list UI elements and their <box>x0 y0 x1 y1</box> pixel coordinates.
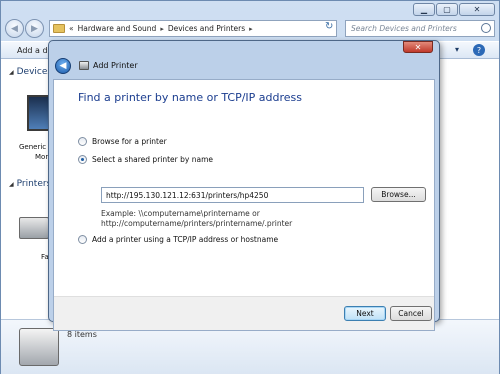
example-text: Example: \\computername\printername or h… <box>101 209 292 229</box>
breadcrumb-chevron-icon[interactable]: ▸ <box>249 25 253 33</box>
dialog-title: Add Printer <box>93 61 138 70</box>
cancel-button[interactable]: Cancel <box>390 306 432 321</box>
navigation-row: ◀ ▶ « Hardware and Sound ▸ Devices and P… <box>1 18 499 40</box>
dialog-close-button[interactable]: ✕ <box>403 41 433 53</box>
window-controls: ▁ ▢ ✕ <box>413 3 495 16</box>
dialog-footer: Next Cancel <box>54 296 434 330</box>
option-browse[interactable]: Browse for a printer <box>78 137 167 146</box>
add-printer-dialog: ✕ ◀ Add Printer Find a printer by name o… <box>48 40 440 331</box>
collapse-arrow-icon: ◢ <box>9 181 14 188</box>
printer-icon <box>79 61 89 70</box>
option-label: Browse for a printer <box>92 137 167 146</box>
page-title: Find a printer by name or TCP/IP address <box>78 91 303 104</box>
help-icon[interactable]: ? <box>473 44 485 56</box>
minimize-button[interactable]: ▁ <box>413 3 435 16</box>
breadcrumb-chevron-icon[interactable]: ▸ <box>160 25 164 33</box>
dialog-body: Find a printer by name or TCP/IP address… <box>53 79 435 331</box>
browse-button[interactable]: Browse... <box>371 187 426 202</box>
option-label: Add a printer using a TCP/IP address or … <box>92 235 279 244</box>
search-input[interactable]: Search Devices and Printers <box>345 20 495 37</box>
back-nav-button[interactable]: ◀ <box>5 19 24 38</box>
radio-tcpip[interactable] <box>78 235 87 244</box>
option-tcpip[interactable]: Add a printer using a TCP/IP address or … <box>78 235 278 244</box>
breadcrumb-devices-and-printers[interactable]: Devices and Printers <box>168 24 245 33</box>
address-bar[interactable]: « Hardware and Sound ▸ Devices and Print… <box>49 20 337 37</box>
group-header-printers[interactable]: ◢ Printers <box>9 179 51 189</box>
printer-camera-icon <box>19 328 59 366</box>
next-button[interactable]: Next <box>344 306 386 321</box>
close-button[interactable]: ✕ <box>459 3 495 16</box>
example-line: Example: \\computername\printername or <box>101 209 260 218</box>
control-panel-icon <box>53 24 65 33</box>
fax-printer-icon[interactable] <box>19 217 49 239</box>
radio-shared[interactable] <box>78 155 87 164</box>
breadcrumb-hardware-and-sound[interactable]: Hardware and Sound <box>78 24 157 33</box>
breadcrumb-overflow[interactable]: « <box>69 24 74 33</box>
option-label: Select a shared printer by name <box>92 155 213 164</box>
refresh-icon[interactable]: ↻ <box>325 21 337 35</box>
forward-nav-button[interactable]: ▶ <box>25 19 44 38</box>
search-icon[interactable] <box>481 23 491 33</box>
back-arrow-icon[interactable]: ◀ <box>55 58 71 74</box>
maximize-button[interactable]: ▢ <box>436 3 458 16</box>
option-shared[interactable]: Select a shared printer by name <box>78 155 213 164</box>
search-placeholder: Search Devices and Printers <box>351 24 457 33</box>
dialog-header: ◀ Add Printer <box>53 55 435 79</box>
radio-browse[interactable] <box>78 137 87 146</box>
printer-url-input[interactable] <box>101 187 364 203</box>
group-header-devices[interactable]: ◢ Devices <box>9 67 52 77</box>
example-line: http://computername/printers/printername… <box>101 219 293 228</box>
collapse-arrow-icon: ◢ <box>9 69 14 76</box>
item-count: 8 items <box>67 330 97 339</box>
view-options-chevron-icon[interactable]: ▾ <box>455 45 459 54</box>
